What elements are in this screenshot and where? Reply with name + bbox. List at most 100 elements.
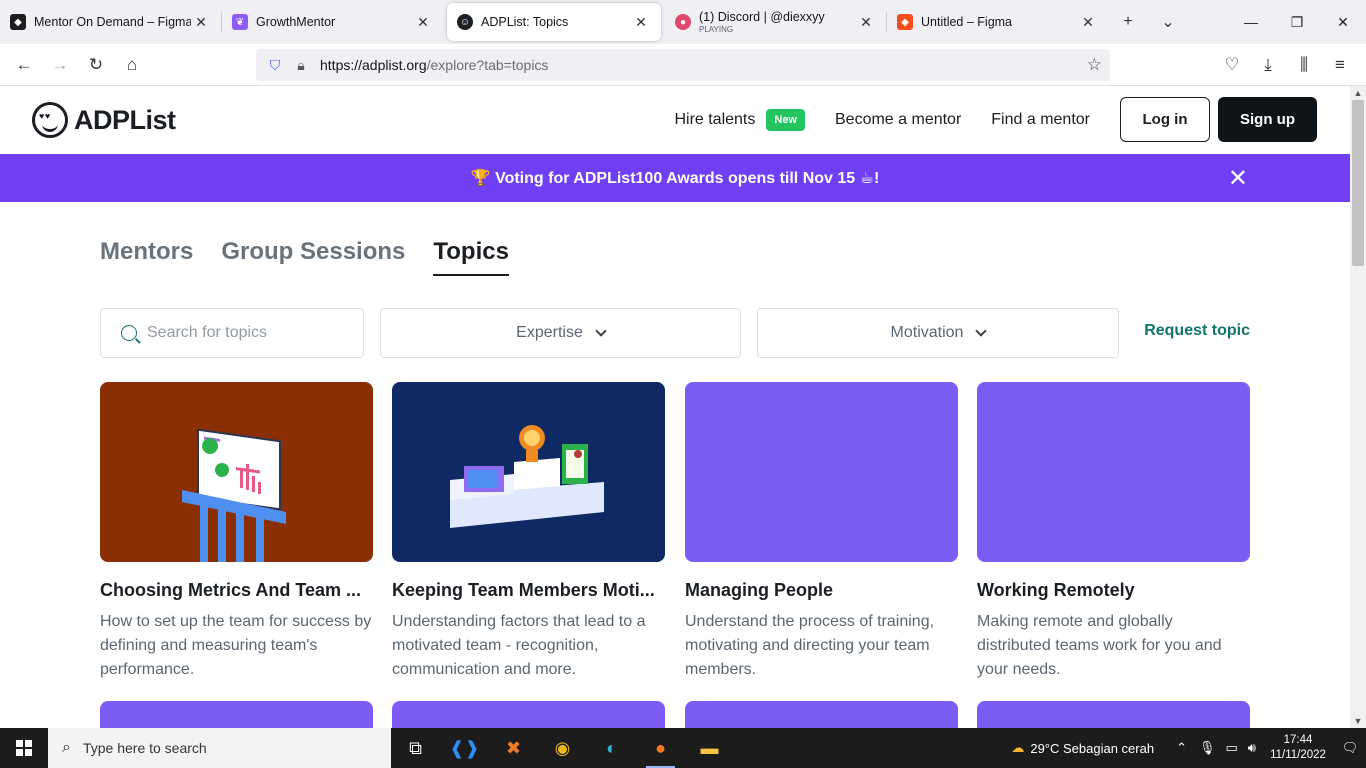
clock[interactable]: 17:44 11/11/2022 [1262,733,1334,763]
topic-card[interactable]: Keeping Team Members Moti... Understandi… [392,382,665,682]
url-bar[interactable]: ⛉ 🔒︎ https://adplist.org/explore?tab=top… [256,49,1110,81]
edge-icon[interactable]: ◐ [587,728,636,768]
new-tab-icon[interactable]: + [1108,13,1148,31]
tab-title: Mentor On Demand – Figma [34,15,191,29]
firefox-icon[interactable]: ● [636,728,685,768]
close-icon[interactable]: ✕ [856,14,876,31]
login-button[interactable]: Log in [1120,97,1210,142]
browser-tab[interactable]: ◆ Untitled – Figma ✕ [887,2,1108,42]
file-explorer-icon[interactable]: ▬ [685,728,734,768]
tab-mentors[interactable]: Mentors [100,238,193,276]
expertise-dropdown[interactable]: Expertise [380,308,741,358]
shield-icon[interactable]: ⛉ [262,57,288,74]
pocket-icon[interactable]: ♡ [1214,49,1250,81]
topic-card[interactable]: Managing People Understand the process o… [685,382,958,682]
back-icon[interactable]: ← [6,49,42,81]
topic-filters: Search for topics Expertise Motivation R… [100,308,1250,358]
site-header: ADPList Hire talentsNew Become a mentor … [0,86,1350,154]
topic-card[interactable]: Choosing Metrics And Team ... How to set… [100,382,373,682]
system-tray: ☁ 29°C Sebagian cerah ⌃ 🎙︎ ▭ 🔊︎ 17:44 11/… [1011,728,1366,768]
window-close-icon[interactable]: ✕ [1320,0,1366,44]
close-icon[interactable]: ✕ [191,14,211,31]
scroll-down-icon[interactable]: ▼ [1350,716,1366,726]
bookmark-star-icon[interactable]: ☆ [1087,55,1102,75]
presentation-board-illustration [182,428,286,562]
card-image [392,382,665,562]
card-title: Choosing Metrics And Team ... [100,580,362,600]
motivation-label: Motivation [890,324,964,341]
hire-talents-link[interactable]: Hire talents New [674,108,805,131]
close-icon[interactable]: ✕ [413,14,433,31]
search-placeholder: Search for topics [147,324,268,341]
chrome-icon[interactable]: ◉ [538,728,587,768]
card-title: Keeping Team Members Moti... [392,580,655,600]
adplist-logo[interactable]: ADPList [32,102,176,138]
scrollbar-thumb[interactable] [1352,100,1364,266]
restore-icon[interactable]: ❐ [1274,0,1320,44]
tab-list-chevron-icon[interactable]: ⌄ [1148,12,1188,32]
browser-tab[interactable]: ◆ Mentor On Demand – Figma ✕ [0,2,221,42]
menu-icon[interactable]: ≡ [1322,49,1358,81]
figma-icon: ◆ [10,14,26,30]
home-icon[interactable]: ⌂ [114,49,150,81]
browser-tab[interactable]: ❦ GrowthMentor ✕ [222,2,443,42]
banner-close-icon[interactable]: ✕ [1228,164,1248,193]
reload-icon[interactable]: ↻ [78,49,114,81]
request-topic-link[interactable]: Request topic [1144,322,1250,340]
browser-tab-strip: ◆ Mentor On Demand – Figma ✕ ❦ GrowthMen… [0,0,1366,44]
topic-card-partial[interactable] [977,701,1250,728]
xampp-icon[interactable]: ✖ [489,728,538,768]
topic-card-partial[interactable] [685,701,958,728]
page-scrollbar[interactable]: ▲ ▼ [1350,86,1366,728]
forward-icon[interactable]: → [42,49,78,81]
adplist-favicon-icon: ☺ [457,14,473,30]
card-image [685,382,958,562]
weather-icon: ☁ [1011,740,1025,755]
notification-icon[interactable]: 🗨︎ [1334,740,1366,756]
topic-card[interactable]: Working Remotely Making remote and globa… [977,382,1250,682]
explore-tabs: Mentors Group Sessions Topics [100,238,537,276]
windows-start-icon[interactable] [0,728,48,768]
task-view-icon[interactable]: ⧉ [391,728,440,768]
minimize-icon[interactable]: — [1228,0,1274,44]
card-image [100,382,373,562]
browser-toolbar-right: ♡ ⤓ ⫼ ≡ [1214,49,1358,81]
topic-card-partial[interactable] [100,701,373,728]
find-mentor-link[interactable]: Find a mentor [991,111,1090,129]
tab-group-sessions[interactable]: Group Sessions [221,238,405,276]
library-icon[interactable]: ⫼ [1286,49,1322,81]
scroll-up-icon[interactable]: ▲ [1350,88,1366,98]
motivation-dropdown[interactable]: Motivation [757,308,1119,358]
header-nav: Hire talents New Become a mentor Find a m… [674,97,1317,142]
weather-text[interactable]: 29°C Sebagian cerah [1030,741,1154,756]
chevron-down-icon [595,325,607,337]
discord-icon: ● [675,14,691,30]
card-description: Understand the process of training, moti… [685,613,935,678]
logo-text: ADPList [74,104,176,135]
microphone-icon[interactable]: 🎙︎ [1199,740,1216,756]
close-icon[interactable]: ✕ [1078,14,1098,31]
topic-card-partial[interactable] [392,701,665,728]
taskbar-search-box[interactable]: ⌕ Type here to search [48,728,391,768]
figma-icon: ◆ [897,14,913,30]
downloads-icon[interactable]: ⤓ [1250,49,1286,81]
tab-topics[interactable]: Topics [433,238,509,276]
windows-taskbar: ⌕ Type here to search ⧉ ❰❱ ✖ ◉ ◐ ● ▬ ☁ 2… [0,728,1366,768]
vscode-icon[interactable]: ❰❱ [440,728,489,768]
close-icon[interactable]: ✕ [631,14,651,31]
card-description: Understanding factors that lead to a mot… [392,613,646,678]
browser-nav-bar: ← → ↻ ⌂ ⛉ 🔒︎ https://adplist.org/explore… [0,44,1366,86]
battery-icon[interactable]: ▭ [1226,740,1238,756]
signup-button[interactable]: Sign up [1218,97,1317,142]
banner-text: 🏆 Voting for ADPList100 Awards opens til… [470,170,880,187]
browser-tab-active[interactable]: ☺ ADPList: Topics ✕ [447,3,661,41]
announcement-banner[interactable]: 🏆 Voting for ADPList100 Awards opens til… [0,154,1350,202]
tab-title: GrowthMentor [256,15,336,29]
card-description: How to set up the team for success by de… [100,613,372,678]
search-input[interactable]: Search for topics [100,308,364,358]
become-mentor-link[interactable]: Become a mentor [835,111,961,129]
lock-icon[interactable]: 🔒︎ [288,57,314,74]
volume-icon[interactable]: 🔊︎ [1248,740,1256,756]
browser-tab[interactable]: ● (1) Discord | @diexxyy PLAYING ✕ [665,2,886,42]
chevron-up-icon[interactable]: ⌃ [1176,740,1187,756]
